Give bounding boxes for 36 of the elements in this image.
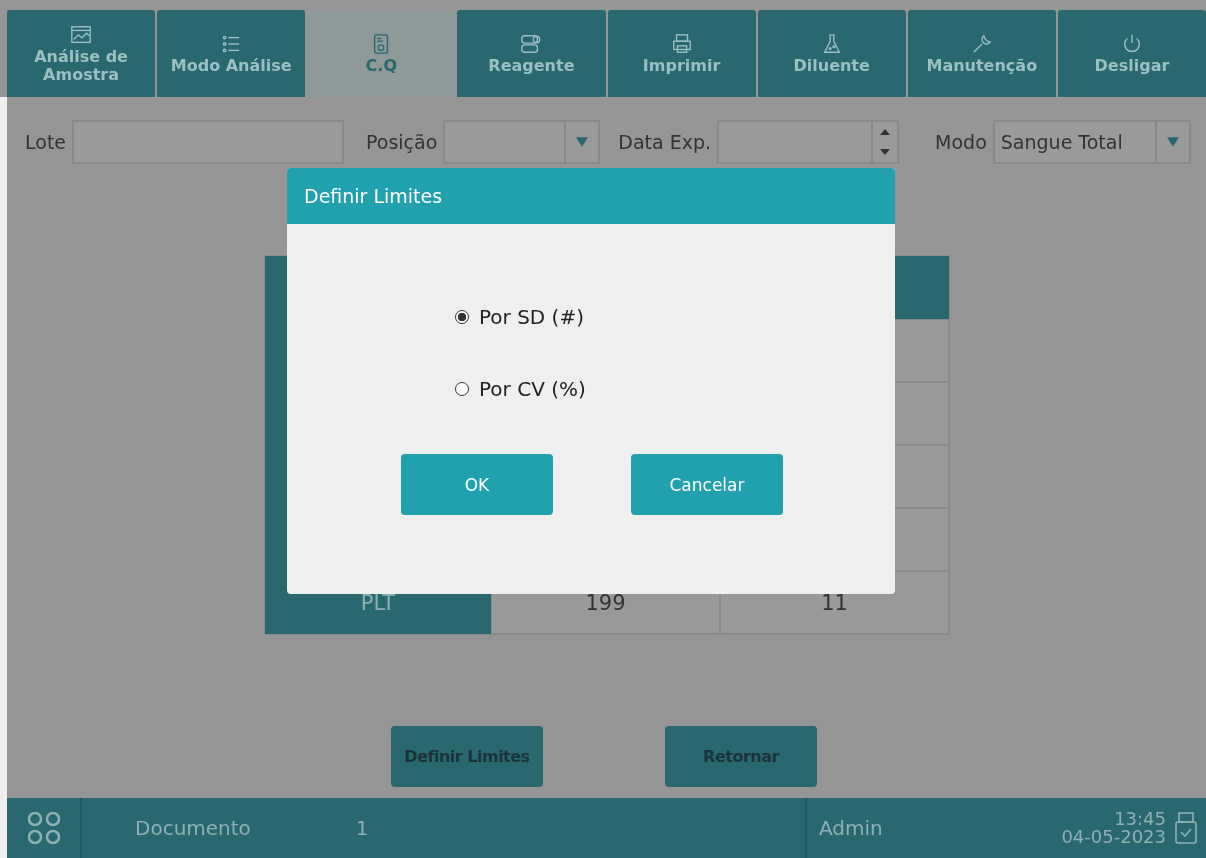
modo-select[interactable]: Sangue Total xyxy=(992,120,1191,164)
dropdown-arrow-icon xyxy=(1166,137,1179,147)
up-arrow-icon xyxy=(880,129,891,135)
nav-tab[interactable]: Análise de Amostra xyxy=(7,10,156,97)
chart-window-icon xyxy=(70,23,93,46)
option-label: Por CV (%) xyxy=(479,377,586,401)
dropdown-arrow-icon xyxy=(576,137,589,147)
clock-date: 04-05-2023 xyxy=(1061,828,1166,846)
option-label: Por SD (#) xyxy=(479,305,584,329)
document-value: 1 xyxy=(355,816,369,840)
dialog-button[interactable]: OK xyxy=(401,454,553,515)
modo-label: Modo xyxy=(935,131,987,153)
nav-tab[interactable]: C.Q xyxy=(307,10,456,97)
apps-button[interactable] xyxy=(7,798,80,858)
user-name: Admin xyxy=(819,816,883,840)
lote-label: Lote xyxy=(25,131,66,153)
nav-tab[interactable]: Manutenção xyxy=(907,10,1056,97)
nav-tab[interactable]: Imprimir xyxy=(607,10,756,97)
down-arrow-icon xyxy=(880,149,891,155)
printer-icon xyxy=(670,32,693,55)
posicao-label: Posição xyxy=(366,131,438,153)
radio-button[interactable] xyxy=(455,382,469,396)
action-button[interactable]: Retornar xyxy=(665,726,817,787)
data-exp-label: Data Exp. xyxy=(618,131,712,153)
nav-tab[interactable]: Reagente xyxy=(457,10,606,97)
clock-time: 13:45 xyxy=(1114,810,1166,828)
nav-tab[interactable]: Diluente xyxy=(757,10,906,97)
nav-tab[interactable]: Desligar xyxy=(1057,10,1206,97)
reagent-icon xyxy=(520,32,543,55)
action-button[interactable]: Definir Limites xyxy=(391,726,543,787)
document-label: Documento xyxy=(135,816,251,840)
nav-tab[interactable]: Modo Análise xyxy=(157,10,306,97)
dialog-title: Definir Limites xyxy=(287,168,895,224)
usb-drive-icon xyxy=(1174,812,1198,844)
radio-button[interactable] xyxy=(455,310,469,324)
dialog-button[interactable]: Cancelar xyxy=(631,454,783,515)
